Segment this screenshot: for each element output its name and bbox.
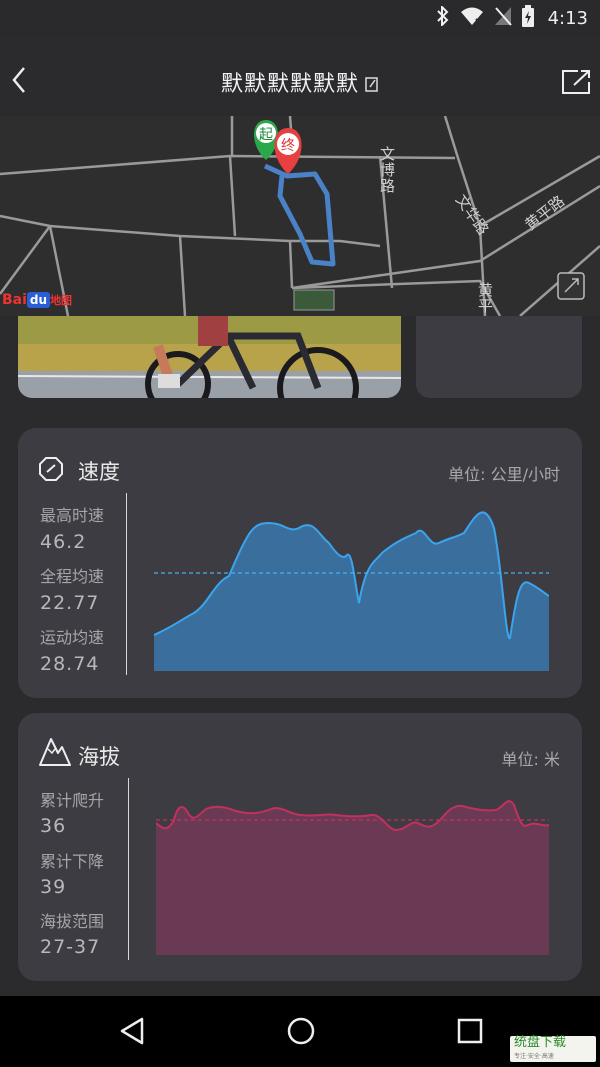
page-title: 默默默默默默 bbox=[0, 66, 600, 98]
altitude-range-value: 27-37 bbox=[40, 936, 101, 958]
battery-icon bbox=[521, 4, 534, 32]
total-descent-value: 39 bbox=[40, 876, 67, 898]
altitude-chart bbox=[156, 800, 549, 955]
divider bbox=[126, 493, 127, 675]
ride-photo-secondary[interactable] bbox=[416, 316, 582, 398]
svg-text:终: 终 bbox=[281, 138, 295, 154]
title-bar: 默默默默默默 bbox=[0, 36, 600, 120]
speedometer-icon bbox=[38, 456, 64, 486]
map-layer-icon bbox=[557, 272, 585, 300]
circle-home-icon bbox=[287, 1017, 315, 1045]
cyclist-image bbox=[18, 316, 401, 398]
moving-avg-label: 运动均速 bbox=[40, 628, 105, 647]
road-label-huangping-2: 黄平 bbox=[478, 281, 494, 315]
triangle-back-icon bbox=[120, 1017, 144, 1045]
edit-icon[interactable] bbox=[365, 73, 379, 98]
avg-speed-value: 22.77 bbox=[40, 592, 100, 614]
signal-off-icon bbox=[494, 6, 512, 31]
map-canvas: 起 终 bbox=[0, 116, 600, 316]
speed-unit: 单位: 公里/小时 bbox=[448, 465, 560, 484]
square-recents-icon bbox=[457, 1018, 483, 1044]
speed-card: 速度 单位: 公里/小时 最高时速 46.2 全程均速 22.77 运动均速 2… bbox=[18, 428, 582, 698]
end-marker-icon: 终 bbox=[274, 128, 302, 174]
max-speed-value: 46.2 bbox=[40, 531, 87, 553]
divider bbox=[128, 778, 129, 960]
route-map[interactable]: 起 终 文博路 文华路 黄平路 黄平 Bai du 地图 bbox=[0, 116, 600, 316]
ride-title: 默默默默默默 bbox=[220, 72, 359, 97]
back-nav-button[interactable] bbox=[118, 1016, 146, 1050]
moving-avg-value: 28.74 bbox=[40, 653, 100, 675]
altitude-range-label: 海拔范围 bbox=[40, 912, 105, 931]
wifi-icon bbox=[460, 6, 484, 31]
altitude-area bbox=[156, 801, 549, 955]
total-descent-label: 累计下降 bbox=[40, 852, 105, 871]
svg-text:起: 起 bbox=[259, 127, 273, 143]
bluetooth-icon bbox=[436, 4, 450, 31]
watermark-sub: 专注·安全·高速 bbox=[514, 1053, 554, 1060]
share-button[interactable] bbox=[560, 68, 592, 96]
baidu-logo: Bai du 地图 bbox=[2, 292, 73, 308]
altitude-title: 海拔 bbox=[78, 745, 120, 769]
clock: 4:13 bbox=[547, 7, 588, 29]
watermark-text: 统盘下载 bbox=[514, 1035, 567, 1050]
altitude-unit: 单位: 米 bbox=[501, 750, 560, 769]
altitude-card: 海拔 单位: 米 累计爬升 36 累计下降 39 海拔范围 27-37 bbox=[18, 713, 582, 981]
home-nav-button[interactable] bbox=[286, 1016, 316, 1050]
road-label-wenbo: 文博路 bbox=[380, 145, 396, 195]
ride-photo[interactable] bbox=[18, 316, 401, 398]
speed-title: 速度 bbox=[78, 460, 120, 484]
status-bar: 4:13 bbox=[0, 0, 600, 36]
avg-speed-label: 全程均速 bbox=[40, 567, 105, 586]
max-speed-label: 最高时速 bbox=[40, 506, 105, 525]
start-marker-icon: 起 bbox=[254, 120, 278, 160]
total-climb-label: 累计爬升 bbox=[40, 791, 105, 810]
watermark-logo: 统盘下载 专注·安全·高速 bbox=[510, 1036, 596, 1062]
share-icon bbox=[562, 70, 590, 94]
speed-chart bbox=[154, 511, 549, 671]
total-climb-value: 36 bbox=[40, 815, 67, 837]
mountain-icon bbox=[38, 735, 72, 771]
recents-nav-button[interactable] bbox=[456, 1016, 484, 1050]
